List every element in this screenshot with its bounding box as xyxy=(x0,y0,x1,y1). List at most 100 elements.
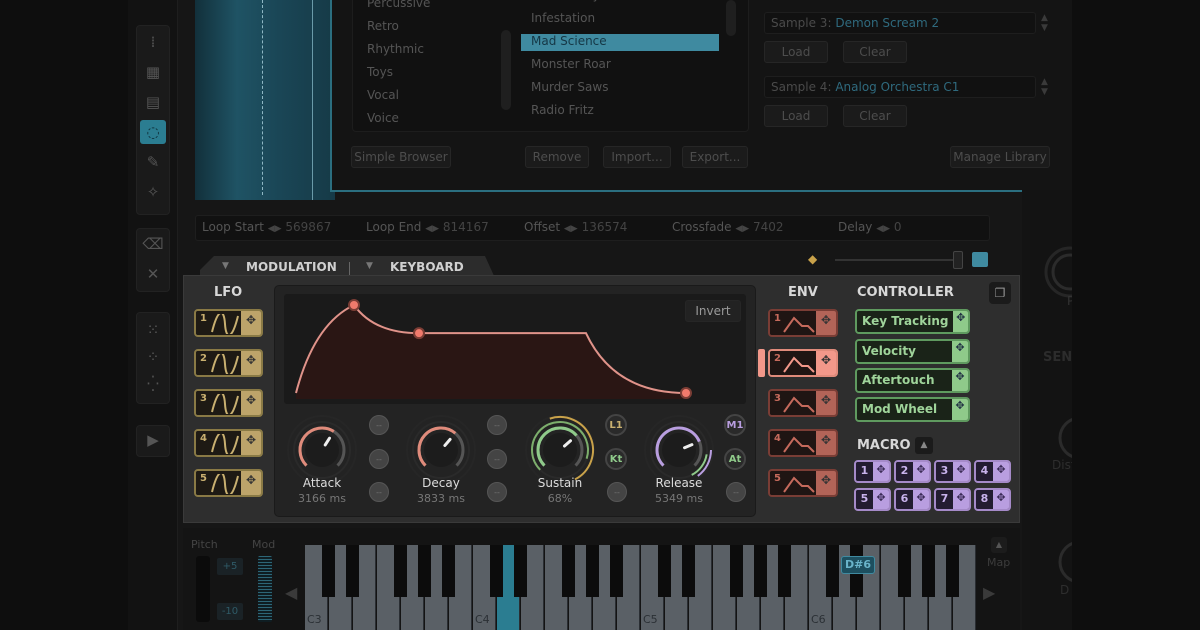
sample-item[interactable]: Mad Science xyxy=(521,34,719,51)
load-button[interactable]: Load xyxy=(764,105,828,127)
pitch-down-range[interactable]: -10 xyxy=(217,603,243,620)
drag-handle-icon[interactable]: ✥ xyxy=(816,431,836,455)
knob-release[interactable] xyxy=(644,415,714,485)
clear-button[interactable]: Clear xyxy=(843,41,907,63)
macro-collapse-button[interactable]: ▲ xyxy=(915,437,933,454)
envelope-node[interactable] xyxy=(348,299,360,311)
grid-diagonal-icon[interactable]: ⁘ xyxy=(140,345,166,369)
octave-left-icon[interactable]: ◀ xyxy=(285,583,297,602)
drag-handle-icon[interactable]: ✥ xyxy=(953,311,968,332)
loop-param[interactable]: Loop End ◀▶ 814167 xyxy=(366,220,489,234)
controller-slot[interactable]: Aftertouch ✥ xyxy=(855,368,970,393)
drag-handle-icon[interactable]: ✥ xyxy=(913,490,929,509)
knob[interactable] xyxy=(1040,242,1072,302)
sample-stepper-icon[interactable]: ▲ ▼ xyxy=(1041,13,1048,33)
drag-handle-icon[interactable]: ✥ xyxy=(816,351,836,375)
sample-stepper-icon[interactable]: ▲ ▼ xyxy=(1041,77,1048,97)
sample-item[interactable]: Radio Fritz xyxy=(531,103,594,117)
mod-source-m1[interactable]: M1 xyxy=(724,414,746,436)
controller-slot[interactable]: Velocity ✥ xyxy=(855,339,970,364)
sample-item[interactable]: Infestation xyxy=(531,11,595,25)
collapse-icon[interactable]: ▼ xyxy=(222,261,229,271)
sample-slot-field[interactable]: Sample 3: Demon Scream 2 xyxy=(764,12,1036,34)
loop-param[interactable]: Delay ◀▶ 0 xyxy=(838,220,902,234)
lasso-icon[interactable]: ◌ xyxy=(140,120,166,144)
volume-slider-handle[interactable] xyxy=(953,251,963,269)
black-key[interactable] xyxy=(514,545,527,597)
arrows-icon[interactable]: ◀▶ xyxy=(268,224,282,234)
lfo-slot[interactable]: 1 ✥ xyxy=(194,309,263,337)
lfo-slot[interactable]: 2 ✥ xyxy=(194,349,263,377)
macro-slot[interactable]: 8 ✥ xyxy=(974,488,1011,511)
param-value[interactable]: 814167 xyxy=(443,220,489,234)
mod-source-button[interactable]: -- xyxy=(369,449,389,469)
arrows-icon[interactable]: ◀▶ xyxy=(564,224,578,234)
tab-keyboard[interactable]: KEYBOARD xyxy=(390,260,464,274)
macro-slot[interactable]: 4 ✥ xyxy=(974,460,1011,483)
sample-item[interactable]: Monster Roar xyxy=(531,57,611,71)
param-value[interactable]: 569867 xyxy=(285,220,331,234)
drag-handle-icon[interactable]: ✥ xyxy=(913,462,929,481)
knob-sustain[interactable] xyxy=(525,415,595,485)
eraser-icon[interactable]: ⌫ xyxy=(140,232,166,256)
drag-handle-icon[interactable]: ✥ xyxy=(953,490,969,509)
category-item[interactable]: Voice xyxy=(367,111,399,125)
arrows-icon[interactable]: ◀▶ xyxy=(735,224,749,234)
loop-param[interactable]: Offset ◀▶ 136574 xyxy=(524,220,627,234)
category-scrollbar[interactable] xyxy=(501,30,511,110)
import-button[interactable]: Import... xyxy=(603,146,671,168)
mod-source-button[interactable]: -- xyxy=(726,482,746,502)
macro-slot[interactable]: 6 ✥ xyxy=(894,488,931,511)
param-value[interactable]: 136574 xyxy=(582,220,628,234)
pitch-up-range[interactable]: +5 xyxy=(217,558,243,575)
lfo-slot[interactable]: 3 ✥ xyxy=(194,389,263,417)
select-row-icon[interactable]: ▤ xyxy=(140,90,166,114)
mod-wheel[interactable] xyxy=(258,556,272,622)
macro-slot[interactable]: 7 ✥ xyxy=(934,488,971,511)
grid-pattern-icon[interactable]: ⁙ xyxy=(140,318,166,342)
delete-selection-icon[interactable]: ✕ xyxy=(140,262,166,286)
black-key[interactable] xyxy=(442,545,455,597)
black-key[interactable] xyxy=(658,545,671,597)
black-key[interactable] xyxy=(826,545,839,597)
env-slot[interactable]: 2 ✥ xyxy=(768,349,838,377)
select-rect-icon[interactable]: ▦ xyxy=(140,60,166,84)
knob-decay[interactable] xyxy=(406,415,476,485)
arrows-icon[interactable]: ◀▶ xyxy=(425,224,439,234)
env-slot[interactable]: 3 ✥ xyxy=(768,389,838,417)
detach-window-icon[interactable]: ❐ xyxy=(989,282,1011,304)
mod-source-at[interactable]: At xyxy=(724,448,746,470)
env-slot[interactable]: 5 ✥ xyxy=(768,469,838,497)
category-item[interactable]: Rhythmic xyxy=(367,42,424,56)
category-item[interactable]: Percussive xyxy=(367,0,430,10)
black-key[interactable] xyxy=(898,545,911,597)
output-toggle[interactable] xyxy=(972,252,988,267)
invert-button[interactable]: Invert xyxy=(685,300,741,322)
tab-modulation[interactable]: MODULATION xyxy=(246,260,337,274)
manage-library-button[interactable]: Manage Library xyxy=(950,146,1050,168)
sample-item[interactable]: Human Keys xyxy=(531,0,606,2)
param-value[interactable]: 7402 xyxy=(753,220,784,234)
black-key[interactable] xyxy=(610,545,623,597)
drag-handle-icon[interactable]: ✥ xyxy=(241,391,261,415)
drag-handle-icon[interactable]: ✥ xyxy=(952,399,968,420)
pitch-wheel[interactable] xyxy=(196,556,210,622)
black-key[interactable] xyxy=(586,545,599,597)
black-key[interactable] xyxy=(490,545,503,597)
drag-handle-icon[interactable]: ✥ xyxy=(816,391,836,415)
remove-button[interactable]: Remove xyxy=(525,146,589,168)
drag-handle-icon[interactable]: ✥ xyxy=(952,370,968,391)
clear-button[interactable]: Clear xyxy=(843,105,907,127)
black-key[interactable] xyxy=(946,545,959,597)
black-key[interactable] xyxy=(418,545,431,597)
magic-wand-icon[interactable]: ✧ xyxy=(140,180,166,204)
knob-attack[interactable] xyxy=(287,415,357,485)
envelope-node[interactable] xyxy=(413,327,425,340)
loop-param[interactable]: Loop Start ◀▶ 569867 xyxy=(202,220,331,234)
black-key[interactable] xyxy=(682,545,695,597)
select-column-icon[interactable]: ⁞ xyxy=(140,30,166,54)
black-key[interactable] xyxy=(730,545,743,597)
map-button[interactable]: ▲ xyxy=(991,537,1007,553)
drag-handle-icon[interactable]: ✥ xyxy=(873,490,889,509)
drag-handle-icon[interactable]: ✥ xyxy=(816,471,836,495)
